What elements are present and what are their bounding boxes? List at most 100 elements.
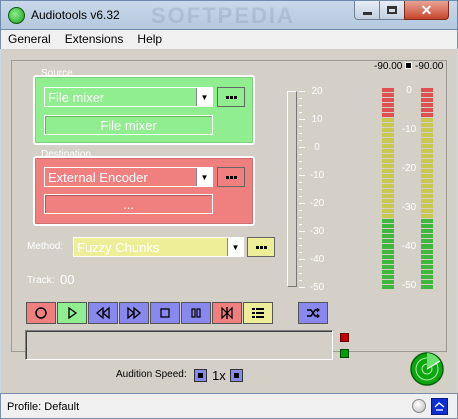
- meter-segment: [382, 193, 394, 199]
- source-field[interactable]: File mixer: [44, 115, 213, 135]
- meter-scale-label: 0: [406, 85, 412, 96]
- scale-label: 20: [311, 86, 323, 97]
- minimize-button[interactable]: [354, 1, 380, 20]
- scale-tick: [299, 126, 302, 127]
- method-label: Method:: [27, 241, 64, 252]
- scale-tick: [299, 112, 302, 113]
- meter-segment: [421, 214, 433, 219]
- meter-segment: [421, 178, 433, 183]
- radar-icon[interactable]: [410, 352, 444, 386]
- meter-link-toggle[interactable]: [405, 62, 412, 69]
- fast-forward-button[interactable]: [119, 302, 149, 324]
- meter-segment: [382, 88, 394, 93]
- meter-segment: [421, 108, 433, 113]
- shuffle-button[interactable]: [298, 302, 328, 324]
- rewind-button[interactable]: [88, 302, 118, 324]
- scale-tick: [299, 196, 302, 197]
- destination-field[interactable]: ...: [44, 194, 213, 214]
- scale-tick: [299, 238, 302, 239]
- scale-label: 0: [314, 142, 320, 153]
- meter-segment: [421, 143, 433, 148]
- source-label: Source: [41, 68, 73, 79]
- playlist-button[interactable]: [243, 302, 273, 324]
- meter-segment: [421, 259, 433, 264]
- sync-icon[interactable]: [431, 398, 448, 415]
- destination-label: Destination: [41, 149, 92, 160]
- destination-options-button[interactable]: [217, 167, 245, 187]
- meter-segment: [421, 219, 433, 224]
- meter-segment: [421, 183, 433, 188]
- speed-decrease-button[interactable]: [194, 369, 207, 382]
- source-select[interactable]: File mixer ▼: [44, 87, 213, 107]
- meter-segment: [382, 188, 394, 193]
- pause-button[interactable]: [181, 302, 211, 324]
- menu-general[interactable]: General: [1, 30, 58, 49]
- info-display: [25, 330, 333, 360]
- meter-segment: [382, 279, 394, 284]
- destination-select[interactable]: External Encoder ▼: [44, 167, 213, 187]
- speed-increase-button[interactable]: [230, 369, 243, 382]
- play-button[interactable]: [57, 302, 87, 324]
- chevron-down-icon[interactable]: ▼: [196, 88, 212, 106]
- shuffle-icon: [307, 308, 320, 318]
- audition-speed-value: 1x: [212, 368, 226, 383]
- scale-tick: [299, 252, 302, 253]
- meter-segment: [421, 274, 433, 279]
- chevron-down-icon[interactable]: ▼: [196, 168, 212, 186]
- stop-button[interactable]: [150, 302, 180, 324]
- meter-segment: [382, 143, 394, 148]
- meter-scale-label: -20: [401, 163, 417, 174]
- meter-segment: [421, 133, 433, 138]
- menu-help[interactable]: Help: [130, 30, 169, 49]
- meter-segment: [382, 269, 394, 274]
- list-icon: [252, 308, 264, 318]
- method-options-button[interactable]: [247, 237, 275, 257]
- square-icon: [198, 373, 203, 378]
- source-options-button[interactable]: [217, 87, 245, 107]
- close-icon: ✕: [420, 2, 433, 18]
- scale-tick: [299, 154, 302, 155]
- gain-scale[interactable]: 20 10 0 -10 -20 -30 -40 -50: [285, 86, 331, 293]
- method-select[interactable]: Fuzzy Chunks ▼: [73, 237, 244, 257]
- meter-segment: [421, 128, 433, 133]
- square-icon: [234, 373, 239, 378]
- stop-icon: [160, 308, 170, 318]
- meter-segment: [421, 93, 433, 98]
- scale-tick: [299, 133, 302, 134]
- meter-segment: [382, 244, 394, 249]
- gain-slider-track[interactable]: [287, 91, 297, 287]
- right-meter-db: -90.00: [415, 61, 444, 72]
- scale-label: -40: [309, 254, 325, 265]
- scale-tick: [299, 203, 305, 204]
- status-circle-icon[interactable]: [412, 399, 426, 413]
- meter-segment: [382, 108, 394, 113]
- meter-segment: [421, 249, 433, 254]
- left-meter-db: -90.00: [374, 61, 403, 72]
- app-icon: [8, 7, 25, 24]
- title-bar: Audiotools v6.32 SOFTPEDIA ✕: [0, 0, 458, 30]
- meter-scale-label: -30: [401, 202, 417, 213]
- meter-segment: [421, 88, 433, 93]
- maximize-button[interactable]: [379, 1, 405, 20]
- meter-segment: [421, 229, 433, 234]
- meter-segment: [421, 269, 433, 274]
- menu-extensions[interactable]: Extensions: [58, 30, 131, 49]
- meter-segment: [421, 193, 433, 199]
- scale-tick: [299, 140, 302, 141]
- meter-segment: [382, 254, 394, 259]
- chevron-down-icon[interactable]: ▼: [227, 238, 243, 256]
- meter-scale-label: -50: [401, 280, 417, 291]
- meter-scale-label: -40: [401, 241, 417, 252]
- dots-icon: [225, 175, 229, 179]
- meter-segment: [421, 113, 433, 118]
- meter-segment: [382, 93, 394, 98]
- record-button[interactable]: [26, 302, 56, 324]
- scale-tick: [299, 287, 305, 288]
- skip-button[interactable]: [212, 302, 242, 324]
- method-select-value: Fuzzy Chunks: [77, 239, 160, 255]
- meter-segment: [421, 118, 433, 123]
- source-select-value: File mixer: [48, 89, 105, 105]
- close-button[interactable]: ✕: [404, 1, 449, 20]
- scale-tick: [299, 98, 302, 99]
- scale-tick: [299, 105, 302, 106]
